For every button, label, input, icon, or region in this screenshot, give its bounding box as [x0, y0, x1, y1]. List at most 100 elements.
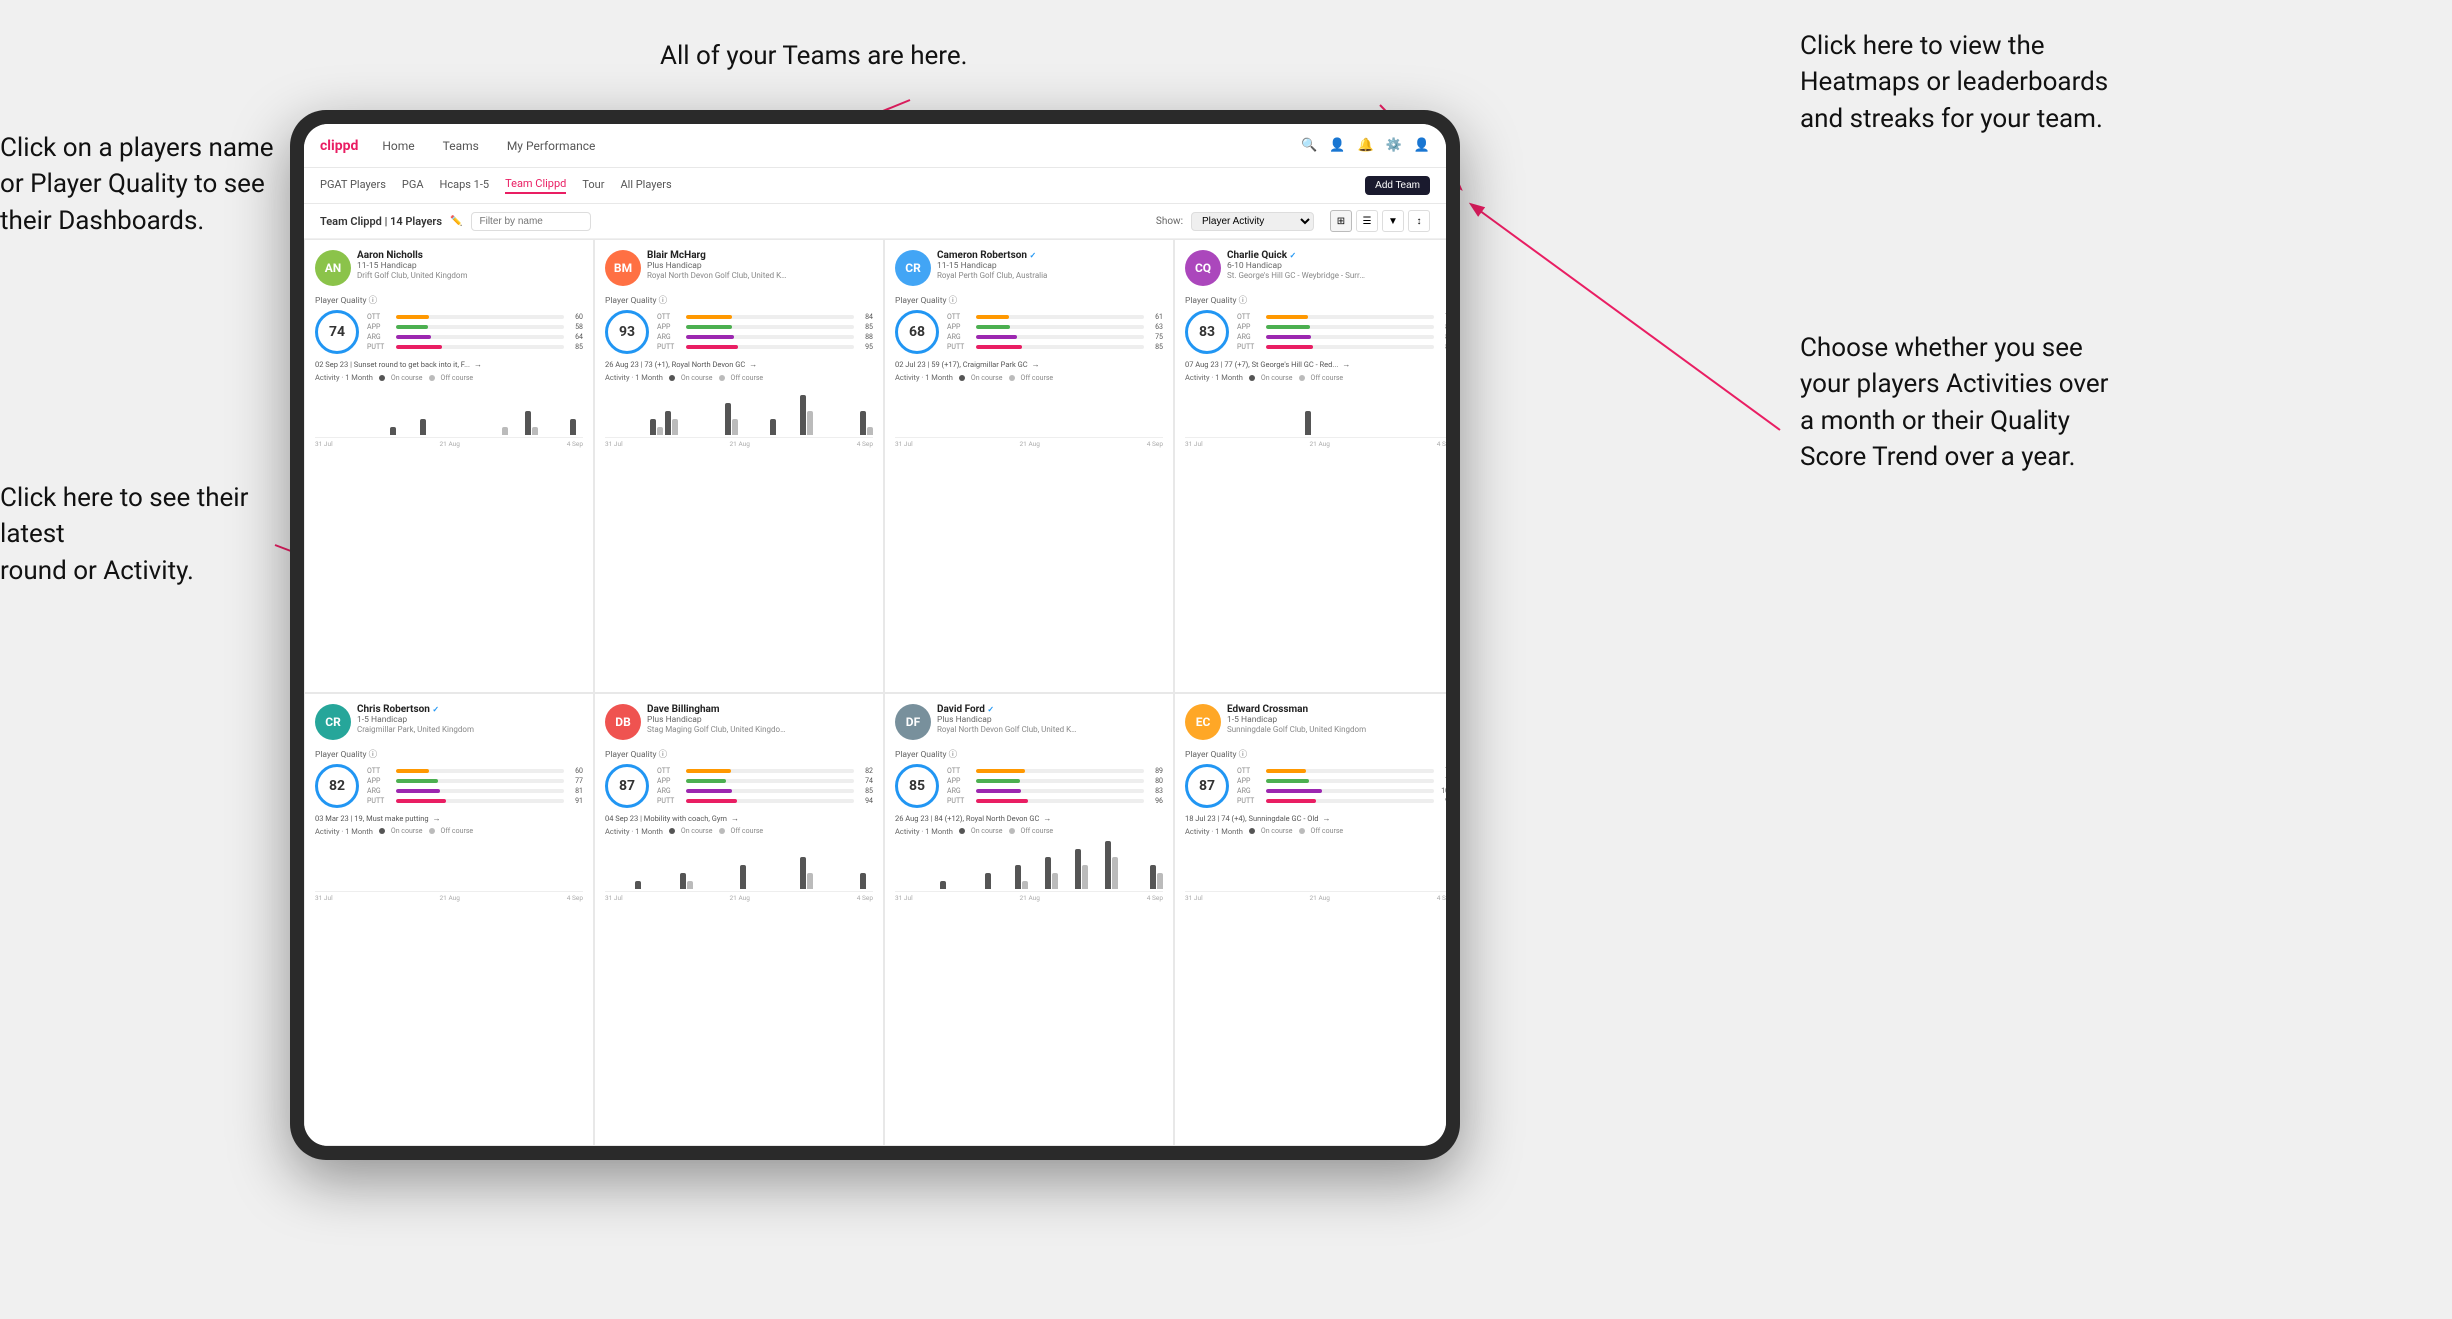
player-handicap: 11-15 Handicap	[357, 261, 468, 271]
add-team-button[interactable]: Add Team	[1365, 176, 1430, 195]
activity-section: Activity · 1 Month On course Off course	[315, 827, 583, 902]
quality-score[interactable]: 87	[605, 764, 649, 808]
player-header: CQ Charlie Quick ✓ 6-10 Handicap St. Geo…	[1185, 250, 1446, 286]
quality-score[interactable]: 93	[605, 310, 649, 354]
quality-score[interactable]: 85	[895, 764, 939, 808]
activity-header: Activity · 1 Month On course Off course	[1185, 373, 1446, 382]
bar-fill-ott	[976, 315, 1009, 319]
show-label: Show:	[1156, 216, 1183, 227]
player-name[interactable]: David Ford ✓	[937, 704, 1077, 715]
recent-round[interactable]: 03 Mar 23 | 19, Must make putting →	[315, 814, 583, 823]
ipad-screen: clippd Home Teams My Performance 🔍 👤 🔔 ⚙…	[304, 124, 1446, 1146]
quality-content[interactable]: 74 OTT 60 APP 58 ARG 64 PUTT	[315, 310, 583, 354]
player-info: Aaron Nicholls 11-15 Handicap Drift Golf…	[357, 250, 468, 280]
player-card[interactable]: CR Chris Robertson ✓ 1-5 Handicap Craigm…	[304, 693, 594, 1147]
quality-section: Player Quality ⓘ 85 OTT 89 APP 80 ARG 83	[895, 748, 1163, 808]
bar-label-app: APP	[1237, 777, 1263, 785]
bar-value-ott: 73	[1437, 767, 1446, 775]
player-card[interactable]: CQ Charlie Quick ✓ 6-10 Handicap St. Geo…	[1174, 239, 1446, 693]
activity-title: Activity · 1 Month	[605, 827, 663, 836]
player-card[interactable]: EC Edward Crossman 1-5 Handicap Sunningd…	[1174, 693, 1446, 1147]
nav-performance[interactable]: My Performance	[503, 139, 600, 153]
quality-content[interactable]: 93 OTT 84 APP 85 ARG 88 PUTT	[605, 310, 873, 354]
list-view-button[interactable]: ☰	[1356, 210, 1378, 232]
off-course-label: Off course	[441, 374, 474, 382]
sub-nav-tour[interactable]: Tour	[582, 178, 604, 193]
sort-view-button[interactable]: ↕	[1408, 210, 1430, 232]
settings-icon[interactable]: ⚙️	[1386, 138, 1402, 153]
quality-score[interactable]: 68	[895, 310, 939, 354]
user-icon[interactable]: 👤	[1329, 138, 1345, 153]
nav-home[interactable]: Home	[378, 139, 418, 153]
recent-round[interactable]: 02 Sep 23 | Sunset round to get back int…	[315, 360, 583, 369]
quality-score[interactable]: 74	[315, 310, 359, 354]
quality-score[interactable]: 87	[1185, 764, 1229, 808]
nav-teams[interactable]: Teams	[439, 139, 483, 153]
recent-round[interactable]: 26 Aug 23 | 84 (+12), Royal North Devon …	[895, 814, 1163, 823]
player-name[interactable]: Aaron Nicholls	[357, 250, 468, 261]
chart-labels: 31 Jul 21 Aug 4 Sep	[895, 894, 1163, 902]
sub-nav-all-players[interactable]: All Players	[620, 178, 671, 193]
player-name[interactable]: Dave Billingham	[647, 704, 787, 715]
sub-nav-pgat[interactable]: PGAT Players	[320, 178, 386, 193]
recent-round[interactable]: 18 Jul 23 | 74 (+4), Sunningdale GC - Ol…	[1185, 814, 1446, 823]
bar-track-arg	[1266, 789, 1434, 793]
player-name[interactable]: Chris Robertson ✓	[357, 704, 474, 715]
player-card[interactable]: AN Aaron Nicholls 11-15 Handicap Drift G…	[304, 239, 594, 693]
mini-chart	[605, 840, 873, 892]
recent-round[interactable]: 04 Sep 23 | Mobility with coach, Gym →	[605, 814, 873, 823]
quality-content[interactable]: 87 OTT 73 APP 79 ARG 103 PUTT	[1185, 764, 1446, 808]
bar-track-app	[976, 779, 1144, 783]
off-course-label: Off course	[1021, 374, 1054, 382]
player-info: Chris Robertson ✓ 1-5 Handicap Craigmill…	[357, 704, 474, 734]
search-icon[interactable]: 🔍	[1301, 138, 1317, 153]
quality-content[interactable]: 82 OTT 60 APP 77 ARG 81 PUTT	[315, 764, 583, 808]
sub-nav-team-clippd[interactable]: Team Clippd	[505, 177, 566, 194]
bar-label-putt: PUTT	[1237, 797, 1263, 805]
recent-round[interactable]: 26 Aug 23 | 73 (+1), Royal North Devon G…	[605, 360, 873, 369]
activity-section: Activity · 1 Month On course Off course	[1185, 827, 1446, 902]
avatar-icon[interactable]: 👤	[1414, 138, 1430, 153]
sub-nav-pga[interactable]: PGA	[402, 178, 424, 193]
bar-label-ott: OTT	[947, 313, 973, 321]
filter-view-button[interactable]: ▼	[1382, 210, 1404, 232]
on-course-label: On course	[681, 827, 713, 835]
player-name[interactable]: Charlie Quick ✓	[1227, 250, 1367, 261]
quality-section: Player Quality ⓘ 87 OTT 82 APP 74 ARG 85	[605, 748, 873, 808]
player-card[interactable]: CR Cameron Robertson ✓ 11-15 Handicap Ro…	[884, 239, 1174, 693]
bar-label-ott: OTT	[367, 767, 393, 775]
player-name[interactable]: Cameron Robertson ✓	[937, 250, 1047, 261]
quality-content[interactable]: 68 OTT 61 APP 63 ARG 75 PUTT	[895, 310, 1163, 354]
bar-value-putt: 91	[567, 797, 583, 805]
activity-title: Activity · 1 Month	[315, 827, 373, 836]
player-card[interactable]: DB Dave Billingham Plus Handicap Stag Ma…	[594, 693, 884, 1147]
quality-section: Player Quality ⓘ 74 OTT 60 APP 58 ARG 64	[315, 294, 583, 354]
quality-label: Player Quality ⓘ	[1185, 294, 1446, 306]
player-name[interactable]: Blair McHarg	[647, 250, 787, 261]
quality-content[interactable]: 85 OTT 89 APP 80 ARG 83 PUTT	[895, 764, 1163, 808]
bar-fill-app	[976, 779, 1020, 783]
sub-nav-hcaps[interactable]: Hcaps 1-5	[440, 178, 490, 193]
on-course-dot	[669, 375, 675, 381]
quality-content[interactable]: 87 OTT 82 APP 74 ARG 85 PUTT	[605, 764, 873, 808]
off-course-dot	[1299, 375, 1305, 381]
show-select[interactable]: Player Activity Quality Score Trend	[1191, 212, 1314, 231]
player-card[interactable]: DF David Ford ✓ Plus Handicap Royal Nort…	[884, 693, 1174, 1147]
recent-round[interactable]: 07 Aug 23 | 77 (+7), St George's Hill GC…	[1185, 360, 1446, 369]
player-name[interactable]: Edward Crossman	[1227, 704, 1366, 715]
bar-track-putt	[1266, 799, 1434, 803]
quality-score[interactable]: 82	[315, 764, 359, 808]
player-card[interactable]: BM Blair McHarg Plus Handicap Royal Nort…	[594, 239, 884, 693]
mini-chart	[895, 386, 1163, 438]
recent-round[interactable]: 02 Jul 23 | 59 (+17), Craigmillar Park G…	[895, 360, 1163, 369]
bell-icon[interactable]: 🔔	[1357, 138, 1373, 153]
grid-view-button[interactable]: ⊞	[1330, 210, 1352, 232]
bar-value-app: 85	[857, 323, 873, 331]
bar-row-putt: PUTT 92	[1237, 797, 1446, 805]
bar-track-ott	[1266, 769, 1434, 773]
edit-icon[interactable]: ✏️	[450, 216, 462, 227]
filter-input[interactable]	[471, 212, 591, 231]
quality-content[interactable]: 83 OTT 77 APP 80 ARG 83 PUTT	[1185, 310, 1446, 354]
chart-labels: 31 Jul 21 Aug 4 Sep	[605, 440, 873, 448]
quality-score[interactable]: 83	[1185, 310, 1229, 354]
